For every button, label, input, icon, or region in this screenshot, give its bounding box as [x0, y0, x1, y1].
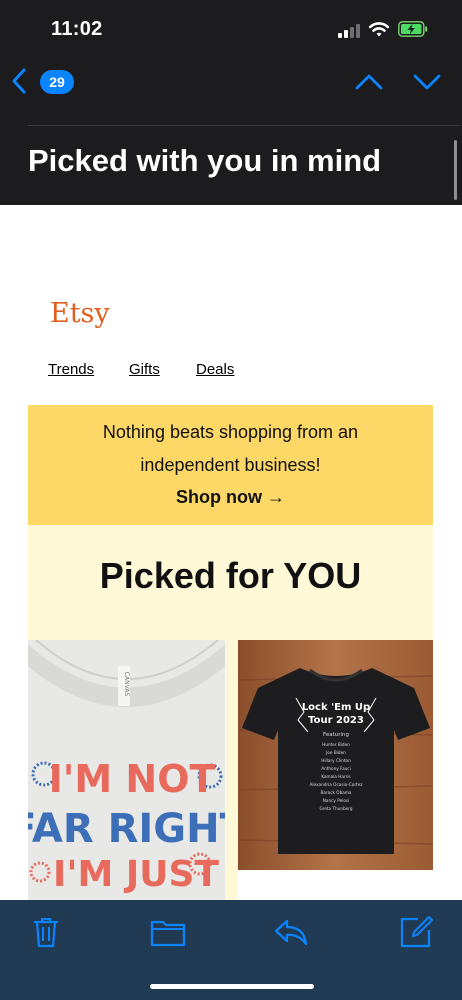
shirt2-name: Anthony Fauci: [321, 766, 351, 771]
next-message-icon[interactable]: [412, 70, 442, 94]
mail-navigation-bar: 29: [0, 60, 462, 108]
shirt2-name: Hillary Clinton: [321, 758, 351, 763]
shirt2-name: Alexandria Ocasio-Cortez: [310, 782, 364, 787]
previous-message-icon[interactable]: [354, 70, 384, 94]
shirt2-name: Hunter Biden: [322, 742, 350, 747]
product-card-footer: [238, 870, 433, 900]
promo-text-line1: Nothing beats shopping from an: [102, 422, 359, 442]
link-trends[interactable]: Trends: [48, 361, 94, 378]
status-bar: 11:02: [0, 0, 462, 60]
shirt-line-2: FAR RIGHT: [28, 806, 225, 852]
link-deals[interactable]: Deals: [196, 361, 234, 378]
shirt-tag-text: CANVAS: [123, 672, 130, 697]
shirt2-featuring: Featuring: [323, 732, 349, 738]
shirt2-name: Joe Biden: [325, 750, 346, 755]
shop-now-link[interactable]: Shop now →: [28, 487, 433, 508]
reply-icon[interactable]: [273, 914, 309, 950]
shirt2-name: Kamala Harris: [321, 774, 350, 779]
product-image-2[interactable]: Lock 'Em Up Tour 2023 Featuring Hunter B…: [238, 640, 433, 870]
wifi-icon: [368, 22, 390, 37]
back-chevron-icon[interactable]: [8, 66, 32, 96]
unread-count-badge[interactable]: 29: [40, 70, 74, 94]
shirt2-name: Barack Obama: [321, 790, 352, 795]
compose-icon[interactable]: [398, 914, 434, 950]
shirt2-subtitle: Tour 2023: [308, 715, 364, 726]
shirt2-title: Lock 'Em Up: [302, 702, 370, 713]
promo-text-line2: independent business!: [140, 455, 321, 475]
top-bar: 11:02 29 Picked with you in mind: [0, 0, 462, 205]
etsy-logo[interactable]: Etsy: [50, 298, 110, 329]
scroll-indicator: [454, 140, 457, 200]
promo-banner: Nothing beats shopping from an independe…: [28, 405, 433, 525]
email-subject: Picked with you in mind: [28, 143, 382, 178]
shirt-line-1: I'M NOT: [49, 757, 216, 801]
header-divider: [28, 125, 460, 126]
cellular-signal-icon: [338, 24, 362, 38]
trash-icon[interactable]: [28, 914, 64, 950]
shirt-line-3: I'M JUST: [53, 854, 219, 895]
product-image-1[interactable]: CANVAS I'M NOT FAR RIGHT I'M JUST: [28, 640, 225, 900]
picked-title: Picked for YOU: [99, 555, 362, 596]
shirt2-name: Greta Thunberg: [319, 806, 352, 811]
folder-icon[interactable]: [150, 914, 186, 950]
battery-charging-icon: [398, 21, 428, 37]
home-indicator[interactable]: [150, 984, 314, 989]
status-time: 11:02: [51, 18, 103, 40]
shirt2-name: Nancy Pelosi: [323, 798, 350, 803]
link-gifts[interactable]: Gifts: [129, 361, 160, 378]
